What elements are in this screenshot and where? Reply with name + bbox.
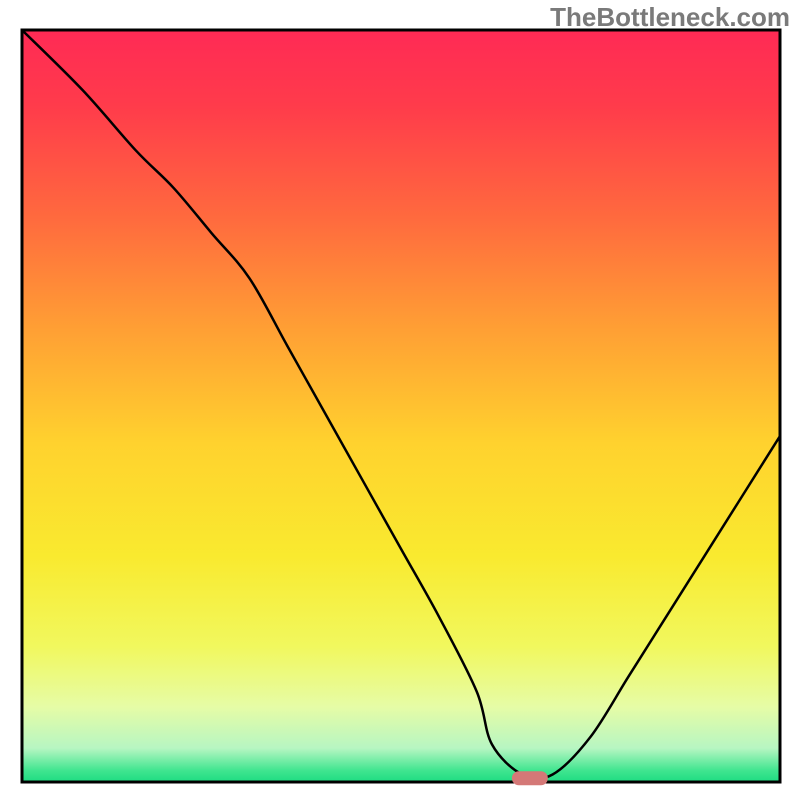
bottleneck-chart [0, 0, 800, 800]
watermark-text: TheBottleneck.com [550, 2, 790, 33]
chart-container: { "watermark": "TheBottleneck.com", "cha… [0, 0, 800, 800]
